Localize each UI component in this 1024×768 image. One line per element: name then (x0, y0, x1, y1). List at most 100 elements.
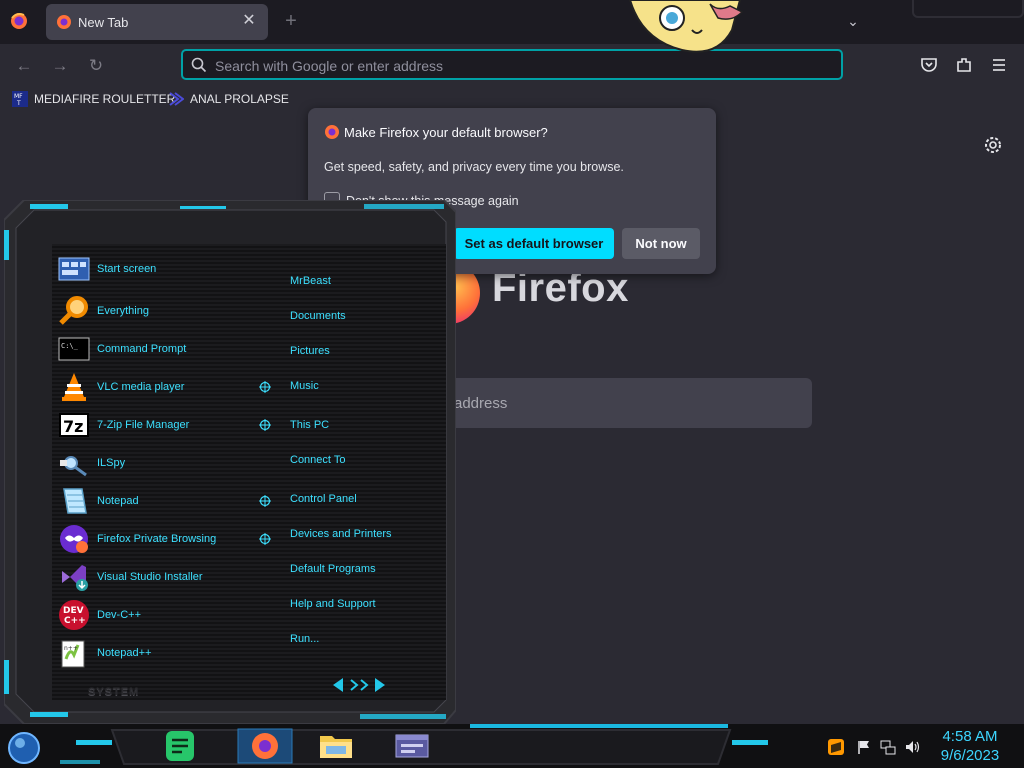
extensions-icon[interactable] (953, 54, 975, 76)
svg-text:C++: C++ (64, 616, 86, 626)
reload-icon[interactable]: ↻ (84, 54, 108, 78)
notepadpp-icon: n++ (61, 640, 85, 668)
tab-strip: New Tab ✕ + ⌄ (0, 0, 1024, 53)
prompt-title: Make Firefox your default browser? (344, 125, 548, 140)
start-item-notepadpp[interactable]: n++ Notepad++ (58, 636, 151, 670)
bookmark-label: MEDIAFIRE ROULETTER (34, 92, 176, 106)
sublime-icon[interactable] (828, 739, 844, 755)
pin-icon (259, 495, 271, 507)
program-label: Visual Studio Installer (97, 571, 203, 583)
volume-icon[interactable] (904, 739, 920, 755)
mediafire-icon: MF T (12, 91, 28, 107)
start-place-control-panel[interactable]: Control Panel (290, 493, 357, 505)
svg-text:T: T (16, 100, 21, 107)
network-icon[interactable] (880, 739, 896, 755)
pin-icon (259, 533, 271, 545)
program-label: ILSpy (97, 457, 126, 469)
bookmark-item[interactable]: ANAL PROLAPSE (168, 90, 289, 108)
firefox-icon (325, 125, 339, 139)
pocket-icon[interactable] (918, 54, 940, 76)
start-item-visual-studio-installer[interactable]: Visual Studio Installer (58, 560, 203, 594)
start-item-ilspy[interactable]: ILSpy (58, 446, 125, 480)
back-arrow-icon[interactable]: ← (12, 54, 36, 78)
pin-icon (259, 419, 271, 431)
close-icon[interactable]: ✕ (238, 10, 260, 32)
file-explorer-icon[interactable] (316, 728, 356, 764)
start-menu: Start screen Everything C:\_ Command Pro… (4, 200, 456, 724)
search-icon (191, 57, 207, 73)
program-label: 7-Zip File Manager (97, 419, 190, 431)
everything-search-icon (59, 296, 88, 325)
tab-new-tab[interactable]: New Tab ✕ (46, 4, 268, 40)
firefox-icon[interactable] (8, 10, 30, 32)
gear-icon[interactable] (982, 134, 1004, 156)
start-item-firefox-private[interactable]: Firefox Private Browsing (58, 522, 216, 556)
program-label: Notepad (97, 495, 139, 507)
program-label: Notepad++ (97, 647, 152, 659)
search-placeholder: address (454, 395, 508, 412)
tab-title: New Tab (78, 15, 129, 30)
start-orb-button[interactable] (6, 730, 44, 766)
start-item-command-prompt[interactable]: C:\_ Command Prompt (58, 332, 186, 366)
firefox-private-icon (60, 525, 88, 553)
start-item-vlc[interactable]: VLC media player (58, 370, 184, 404)
address-bar-placeholder: Search with Google or enter address (215, 58, 444, 74)
svg-text:n++: n++ (64, 645, 78, 652)
start-item-start-screen[interactable]: Start screen (58, 252, 156, 286)
forward-arrow-icon[interactable]: → (48, 54, 72, 78)
bookmark-icon (169, 92, 184, 106)
not-now-button[interactable]: Not now (622, 228, 700, 259)
start-place-connect-to[interactable]: Connect To (290, 454, 345, 466)
command-prompt-icon: C:\_ (58, 337, 90, 361)
chevron-down-icon[interactable]: ⌄ (842, 10, 864, 32)
start-place-documents[interactable]: Documents (290, 310, 346, 322)
new-tab-search-input[interactable]: address (408, 378, 812, 428)
clock-date[interactable]: 9/6/2023 (930, 747, 1010, 764)
start-place-pictures[interactable]: Pictures (290, 345, 330, 357)
firefox-taskbar-icon[interactable] (236, 728, 294, 764)
window-app-icon[interactable] (392, 728, 432, 764)
start-place-default-programs[interactable]: Default Programs (290, 563, 376, 575)
program-label: VLC media player (97, 381, 185, 393)
visual-studio-installer-icon (62, 565, 88, 591)
pin-icon (259, 381, 271, 393)
system-label: SYSTEM (88, 686, 140, 698)
start-place-music[interactable]: Music (290, 380, 319, 392)
start-item-notepad[interactable]: Notepad (58, 484, 139, 518)
7zip-icon: 7z (59, 413, 89, 437)
firefox-icon (57, 15, 71, 29)
program-label: Dev-C++ (97, 609, 142, 621)
program-label: Start screen (97, 263, 157, 275)
notes-app-icon[interactable] (160, 728, 200, 764)
svg-text:C:\_: C:\_ (61, 342, 79, 350)
program-label: Command Prompt (97, 343, 187, 355)
taskbar: 4:58 AM 9/6/2023 (0, 724, 1024, 768)
svg-text:7z: 7z (63, 417, 83, 436)
program-label: Firefox Private Browsing (97, 533, 217, 545)
all-programs-arrows-icon[interactable] (329, 676, 389, 694)
start-item-devcpp[interactable]: DEV C++ Dev-C++ (58, 598, 141, 632)
clock-time[interactable]: 4:58 AM (930, 728, 1010, 745)
start-place-mrbeast[interactable]: MrBeast (290, 275, 331, 287)
start-screen-icon (58, 257, 90, 281)
program-label: Everything (97, 305, 149, 317)
start-place-help-support[interactable]: Help and Support (290, 598, 376, 610)
start-item-7zip[interactable]: 7z 7-Zip File Manager (58, 408, 189, 442)
devcpp-icon: DEV C++ (59, 600, 89, 630)
flag-icon[interactable] (856, 739, 872, 755)
set-default-browser-button[interactable]: Set as default browser (454, 228, 614, 259)
notepad-icon (63, 488, 87, 514)
start-item-everything[interactable]: Everything (58, 294, 149, 328)
bookmark-label: ANAL PROLAPSE (190, 92, 289, 106)
start-place-devices-printers[interactable]: Devices and Printers (290, 528, 392, 540)
ilspy-icon (60, 456, 87, 477)
bookmark-item[interactable]: MF T MEDIAFIRE ROULETTER (12, 90, 175, 108)
vlc-icon (62, 373, 86, 401)
start-place-run[interactable]: Run... (290, 633, 319, 645)
titlebar-decoration (912, 0, 1024, 18)
start-place-this-pc[interactable]: This PC (290, 419, 329, 431)
svg-text:DEV: DEV (63, 606, 84, 616)
new-tab-button[interactable]: + (280, 10, 302, 32)
menu-icon[interactable] (988, 54, 1010, 76)
anime-sticker-image (628, 0, 744, 53)
